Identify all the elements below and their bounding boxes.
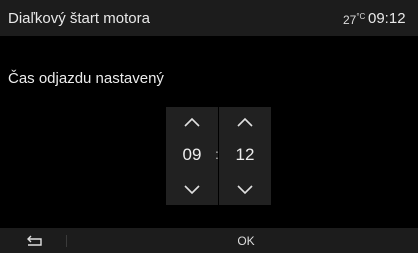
ok-button[interactable]: OK <box>226 232 266 250</box>
temperature-unit: °C <box>356 12 366 21</box>
minutes-decrease-button[interactable] <box>219 177 271 203</box>
clock: 09:12 <box>368 10 406 27</box>
chevron-down-icon <box>184 185 200 195</box>
chevron-down-icon <box>237 185 253 195</box>
status-message: Čas odjazdu nastavený <box>8 70 164 87</box>
hours-column: 09 <box>166 107 218 205</box>
remote-start-screen: Diaľkový štart motora 27°C 09:12 Čas odj… <box>0 0 418 253</box>
chevron-up-icon <box>237 117 253 127</box>
hours-value[interactable]: 09 <box>166 145 218 165</box>
minutes-increase-button[interactable] <box>219 109 271 135</box>
footer-divider <box>66 235 67 247</box>
chevron-up-icon <box>184 117 200 127</box>
back-button[interactable] <box>22 232 48 250</box>
hours-decrease-button[interactable] <box>166 177 218 203</box>
header-bar: Diaľkový štart motora 27°C 09:12 <box>0 0 418 36</box>
hours-increase-button[interactable] <box>166 109 218 135</box>
minutes-value[interactable]: 12 <box>219 145 271 165</box>
back-arrow-icon <box>27 235 42 246</box>
minutes-column: 12 <box>219 107 271 205</box>
bottom-bar: OK <box>0 228 418 253</box>
page-title: Diaľkový štart motora <box>8 10 150 27</box>
outside-temperature: 27°C <box>343 12 365 27</box>
temperature-value: 27 <box>343 13 357 27</box>
